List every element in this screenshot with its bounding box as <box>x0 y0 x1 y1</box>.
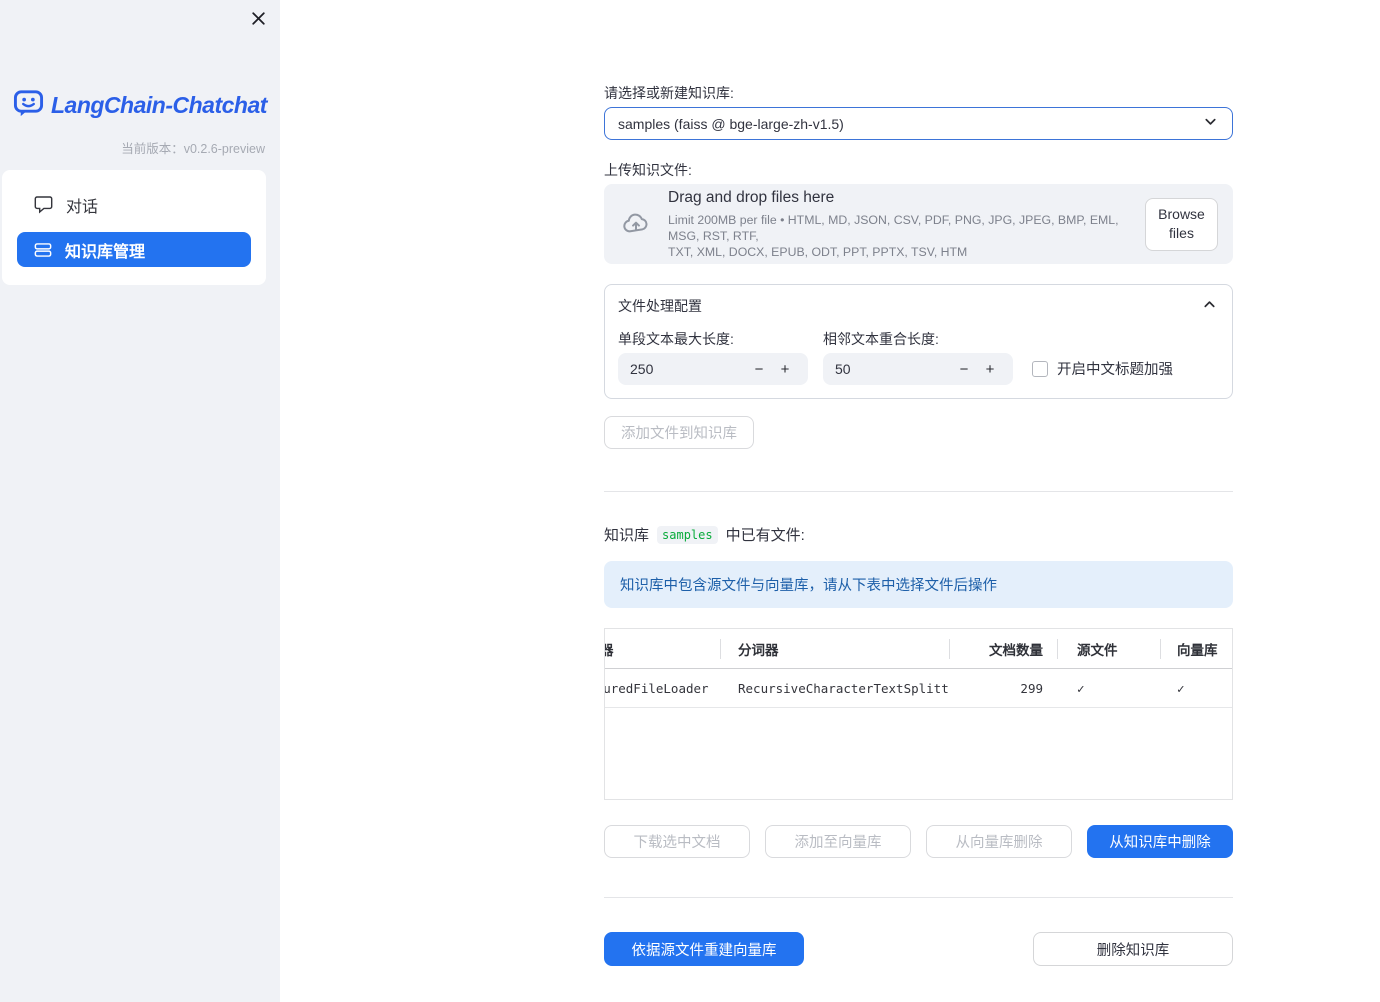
nav-item-dialogue[interactable]: 对话 <box>17 187 251 222</box>
col-header-doc-count[interactable]: 文档数量 <box>949 629 1057 668</box>
kb-select-value: samples (faiss @ bge-large-zh-v1.5) <box>618 115 844 132</box>
overlap-label: 相邻文本重合长度: <box>823 331 939 347</box>
divider <box>604 897 1233 898</box>
row-actions: 下载选中文档 添加至向量库 从向量库删除 从知识库中删除 <box>604 825 1233 858</box>
main-content: 请选择或新建知识库: samples (faiss @ bge-large-zh… <box>280 0 1380 1002</box>
kb-select-dropdown[interactable]: samples (faiss @ bge-large-zh-v1.5) <box>604 107 1233 140</box>
chevron-up-icon <box>1202 297 1217 315</box>
overlap-plus-button[interactable]: + <box>977 361 1003 378</box>
nav-item-label: 知识库管理 <box>65 243 146 261</box>
logo-text: LangChain-Chatchat <box>51 91 267 118</box>
kb-name-code: samples <box>657 525 718 544</box>
nav-item-kb-management[interactable]: 知识库管理 <box>17 232 251 267</box>
nav-item-label: 对话 <box>66 198 99 216</box>
table-row[interactable]: UnstructuredFileLoader RecursiveCharacte… <box>605 669 1232 708</box>
expander-title: 文件处理配置 <box>618 298 702 314</box>
overlap-minus-button[interactable]: − <box>951 361 977 378</box>
chunk-size-stepper[interactable]: 250 − + <box>618 353 808 385</box>
delete-from-vectorstore-button[interactable]: 从向量库删除 <box>926 825 1072 858</box>
cell-doc-count: 299 <box>1020 680 1043 696</box>
kb-select-label: 请选择或新建知识库: <box>604 85 734 101</box>
zh-title-checkbox[interactable] <box>1032 360 1048 377</box>
file-config-expander: 文件处理配置 单段文本最大长度: 相邻文本重合长度: 250 − + 50 − … <box>604 284 1233 399</box>
upload-label: 上传知识文件: <box>604 162 692 178</box>
chunk-size-label: 单段文本最大长度: <box>618 331 734 347</box>
overlap-stepper[interactable]: 50 − + <box>823 353 1013 385</box>
cell-vector-store-check: ✓ <box>1177 680 1185 696</box>
add-files-to-kb-button[interactable]: 添加文件到知识库 <box>604 416 754 449</box>
expander-header[interactable]: 文件处理配置 <box>605 285 1232 316</box>
col-header-source-file[interactable]: 源文件 <box>1057 629 1160 668</box>
chevron-down-icon <box>1203 114 1218 134</box>
browse-files-button[interactable]: Browse files <box>1145 197 1218 251</box>
cell-source-file-check: ✓ <box>1077 680 1085 696</box>
app-logo: LangChain-Chatchat <box>13 87 267 123</box>
cell-splitter: RecursiveCharacterTextSplitter <box>738 680 949 696</box>
divider <box>604 491 1233 492</box>
chatchat-logo-icon <box>13 87 44 123</box>
kb-files-line: 知识库 samples 中已有文件: <box>604 525 805 544</box>
chunk-size-minus-button[interactable]: − <box>746 361 772 378</box>
sidebar: LangChain-Chatchat 当前版本：v0.2.6-preview 对… <box>0 0 280 1002</box>
info-banner: 知识库中包含源文件与向量库，请从下表中选择文件后操作 <box>604 561 1233 608</box>
zh-title-checkbox-row: 开启中文标题加强 <box>1032 358 1173 379</box>
chunk-size-value: 250 <box>630 361 654 377</box>
chunk-size-plus-button[interactable]: + <box>772 361 798 378</box>
rebuild-vectorstore-button[interactable]: 依据源文件重建向量库 <box>604 932 804 966</box>
app-root: LangChain-Chatchat 当前版本：v0.2.6-preview 对… <box>0 0 1380 1002</box>
chat-bubble-icon <box>34 195 53 214</box>
file-dropzone[interactable]: Drag and drop files here Limit 200MB per… <box>604 184 1233 264</box>
delete-kb-button[interactable]: 删除知识库 <box>1033 932 1233 966</box>
download-selected-button[interactable]: 下载选中文档 <box>604 825 750 858</box>
col-header-loader[interactable]: 文档加载器 <box>605 629 720 668</box>
version-text: 当前版本：v0.2.6-preview <box>121 142 265 156</box>
delete-from-kb-button[interactable]: 从知识库中删除 <box>1087 825 1233 858</box>
col-header-vector-store[interactable]: 向量库 <box>1160 629 1234 668</box>
col-header-splitter[interactable]: 分词器 <box>720 629 949 668</box>
add-to-vectorstore-button[interactable]: 添加至向量库 <box>765 825 911 858</box>
dropzone-text: Drag and drop files here Limit 200MB per… <box>668 189 1145 260</box>
cell-loader: UnstructuredFileLoader <box>605 680 709 696</box>
overlap-value: 50 <box>835 361 851 377</box>
kb-files-table: 文档加载器 分词器 文档数量 源文件 向量库 UnstructuredFileL… <box>604 628 1233 800</box>
dropzone-limit: Limit 200MB per file • HTML, MD, JSON, C… <box>668 212 1119 259</box>
dropzone-title: Drag and drop files here <box>668 188 835 206</box>
sidebar-close-icon[interactable] <box>244 4 272 32</box>
zh-title-checkbox-label: 开启中文标题加强 <box>1057 362 1173 378</box>
nav-menu: 对话 知识库管理 <box>2 170 266 285</box>
upload-cloud-icon <box>620 208 652 240</box>
table-header: 文档加载器 分词器 文档数量 源文件 向量库 <box>605 629 1232 669</box>
kb-stack-icon <box>34 241 52 259</box>
